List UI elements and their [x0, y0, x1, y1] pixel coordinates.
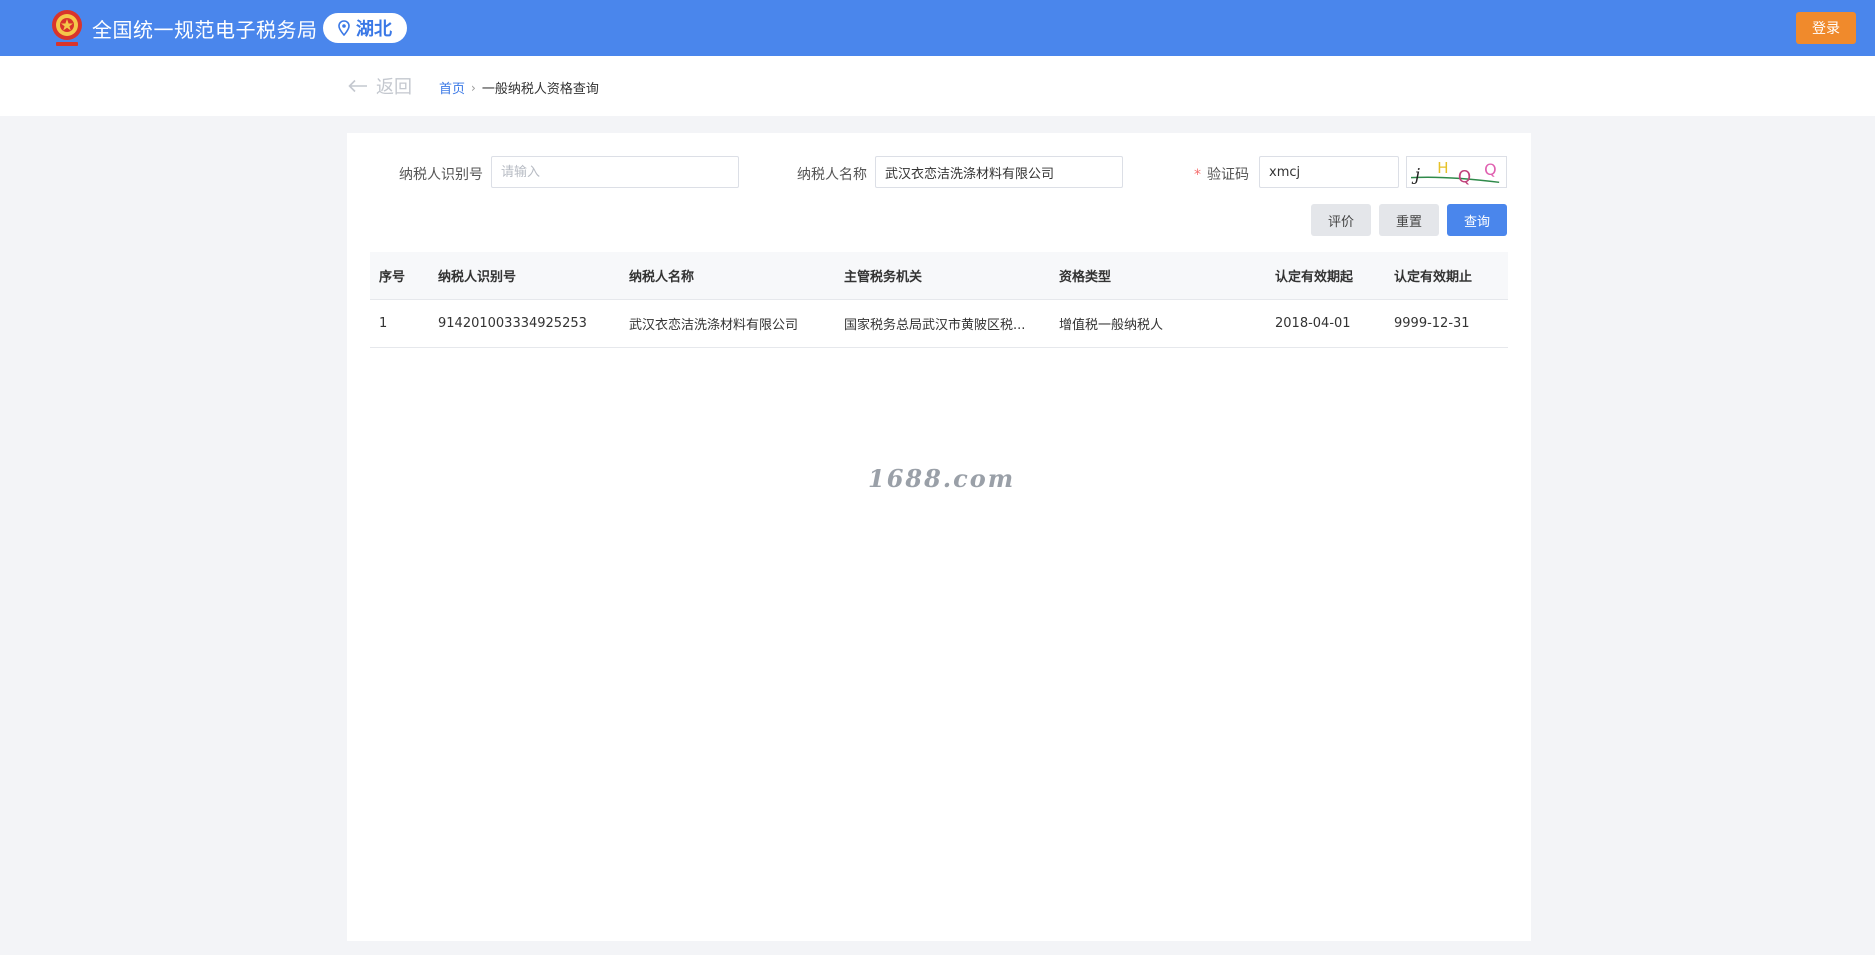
taxpayer-name-label: 纳税人名称: [797, 167, 867, 183]
top-header: 全国统一规范电子税务局 湖北 登录: [0, 0, 1875, 56]
region-selector[interactable]: 湖北: [323, 13, 407, 43]
breadcrumb: 首页 › 一般纳税人资格查询: [439, 78, 599, 98]
taxpayer-id-label: 纳税人识别号: [399, 167, 483, 183]
login-button[interactable]: 登录: [1796, 12, 1856, 44]
map-pin-icon: [338, 20, 350, 36]
captcha-char-4: Q: [1484, 160, 1497, 179]
captcha-label-wrap: * 验证码: [1194, 164, 1249, 184]
cell-valid-to: 9999-12-31: [1394, 316, 1470, 331]
taxpayer-name-input[interactable]: [875, 156, 1123, 188]
captcha-char-2: H: [1437, 159, 1448, 177]
breadcrumb-home-link[interactable]: 首页: [439, 78, 465, 97]
cell-qualification-type: 增值税一般纳税人: [1059, 318, 1164, 333]
col-header-valid-to: 认定有效期止: [1394, 270, 1473, 285]
evaluate-button[interactable]: 评价: [1311, 204, 1371, 236]
cell-index: 1: [379, 316, 388, 331]
col-header-index: 序号: [379, 270, 406, 285]
table-row[interactable]: 1 914201003334925253 武汉衣恋洁洗涤材料有限公司 国家税务总…: [370, 300, 1508, 348]
col-header-taxpayer-name: 纳税人名称: [629, 270, 695, 285]
tax-emblem-icon: [50, 7, 84, 49]
query-button[interactable]: 查询: [1447, 204, 1507, 236]
col-header-tax-authority: 主管税务机关: [844, 270, 923, 285]
required-marker: *: [1194, 167, 1201, 183]
site-title: 全国统一规范电子税务局: [92, 18, 318, 42]
breadcrumb-current: 一般纳税人资格查询: [481, 82, 599, 97]
results-table: 序号 纳税人识别号 纳税人名称 主管税务机关 资格类型 认定有效期起 认定有效期…: [370, 252, 1508, 348]
col-header-qualification-type: 资格类型: [1059, 270, 1112, 285]
region-label: 湖北: [356, 19, 392, 40]
cell-taxpayer-id: 914201003334925253: [438, 316, 587, 331]
col-header-valid-from: 认定有效期起: [1275, 270, 1354, 285]
back-label: 返回: [376, 77, 412, 98]
table-header: 序号 纳税人识别号 纳税人名称 主管税务机关 资格类型 认定有效期起 认定有效期…: [370, 252, 1508, 300]
taxpayer-id-input[interactable]: [491, 156, 739, 188]
captcha-label: 验证码: [1207, 167, 1249, 183]
captcha-char-1: j: [1411, 164, 1420, 184]
watermark: 1688.com: [868, 464, 1016, 493]
captcha-char-3: Q: [1458, 166, 1471, 186]
captcha-image[interactable]: j H Q Q: [1406, 156, 1507, 188]
cell-valid-from: 2018-04-01: [1275, 316, 1351, 331]
breadcrumb-separator: ›: [471, 80, 476, 95]
captcha-picture: j H Q Q: [1411, 159, 1500, 186]
reset-button[interactable]: 重置: [1379, 204, 1439, 236]
breadcrumb-bar: 返回 首页 › 一般纳税人资格查询: [0, 56, 1875, 116]
col-header-taxpayer-id: 纳税人识别号: [438, 270, 517, 285]
back-button[interactable]: 返回: [348, 73, 412, 99]
arrow-left-icon: [348, 79, 367, 93]
query-panel: 纳税人识别号 纳税人名称 * 验证码 j H Q Q 评价 重置 查询 序号 纳税…: [347, 133, 1531, 941]
cell-tax-authority: 国家税务总局武汉市黄陂区税...: [844, 318, 1026, 333]
cell-taxpayer-name: 武汉衣恋洁洗涤材料有限公司: [629, 318, 799, 333]
captcha-input[interactable]: [1259, 156, 1399, 188]
